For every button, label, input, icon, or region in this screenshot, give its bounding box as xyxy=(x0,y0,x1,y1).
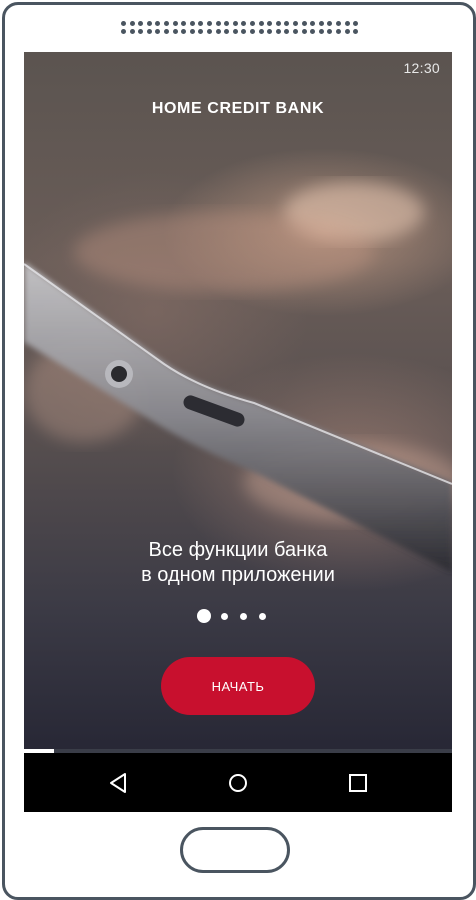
status-time: 12:30 xyxy=(403,60,440,76)
home-nav-button[interactable] xyxy=(222,767,254,799)
start-button[interactable]: НАЧАТЬ xyxy=(161,657,315,715)
recents-button[interactable] xyxy=(342,767,374,799)
home-icon xyxy=(229,774,247,792)
phone-screen: 12:30 HOME CREDIT BANK Все функции банка… xyxy=(24,52,452,752)
background-photo xyxy=(24,182,452,572)
headline-line-2: в одном приложении xyxy=(141,564,335,586)
back-button[interactable] xyxy=(102,767,134,799)
page-dot[interactable] xyxy=(240,612,247,620)
page-dot[interactable] xyxy=(259,612,266,620)
back-icon xyxy=(110,773,126,793)
recents-icon xyxy=(349,774,367,792)
brand-logo: HOME CREDIT BANK xyxy=(151,100,325,117)
headline-line-1: Все функции банка xyxy=(148,539,328,561)
page-dot-active[interactable] xyxy=(197,609,211,623)
page-indicator xyxy=(197,608,277,624)
page-dot[interactable] xyxy=(221,612,228,620)
hardware-home-button[interactable] xyxy=(180,827,290,873)
onboarding-headline: Все функции банка в одном приложении xyxy=(24,538,452,588)
navigation-bar xyxy=(24,753,452,812)
speaker-grille xyxy=(121,21,359,37)
